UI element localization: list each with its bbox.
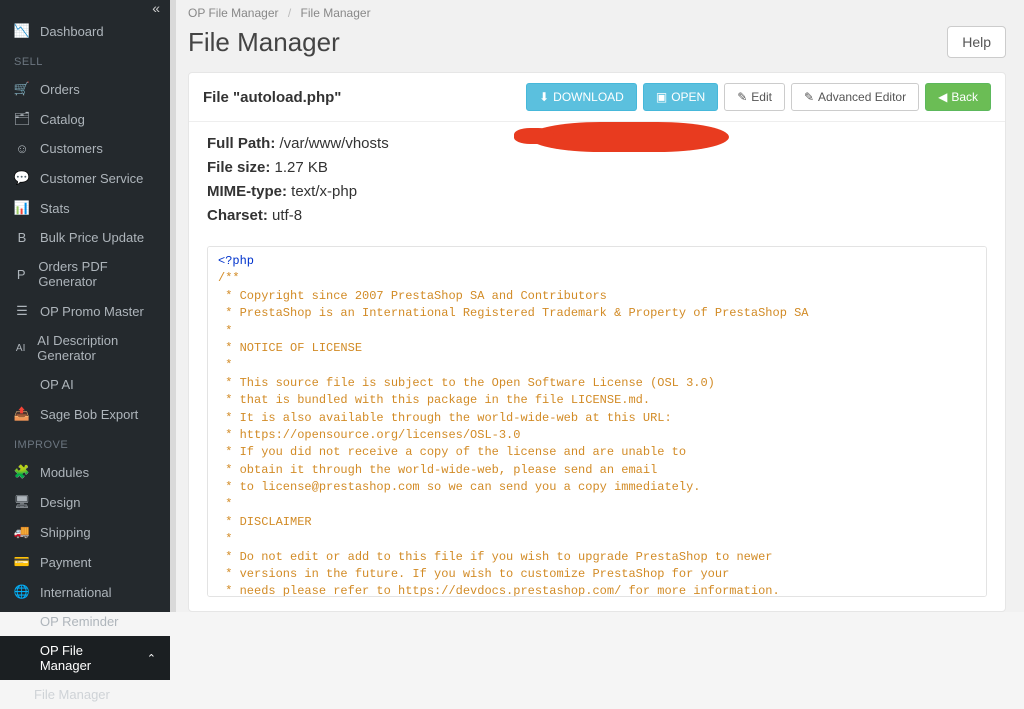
sidebar-item-modules[interactable]: 🧩 Modules [0,457,170,487]
breadcrumb: OP File Manager / File Manager [170,0,1024,26]
code-comment: /** * Copyright since 2007 PrestaShop SA… [218,271,830,597]
sidebar-item-label: Payment [40,555,91,570]
sidebar-item-label: OP AI [40,377,74,392]
chevron-left-icon: « [152,0,160,16]
sidebar-item-shipping[interactable]: 🚚 Shipping [0,517,170,547]
sidebar-item-label: Dashboard [40,24,104,39]
meta-mime-value: text/x-php [291,183,357,200]
edit-icon: ✎ [737,90,747,104]
main-content: OP File Manager / File Manager File Mana… [170,0,1024,612]
sidebar-section-sell: SELL [0,46,170,74]
sidebar-collapse[interactable]: « [0,0,170,16]
edit-button[interactable]: ✎Edit [724,83,785,111]
sidebar-item-promo-master[interactable]: ☰ OP Promo Master [0,296,170,326]
page-title: File Manager [188,27,947,58]
sidebar-item-customer-service[interactable]: 💬 Customer Service [0,163,170,193]
sidebar: « 📉 Dashboard SELL 🛒 Orders 🗂 Catalog ☺ Cus… [0,0,170,612]
meta-filesize-value: 1.27 KB [275,159,328,176]
ai-icon: AI [14,343,27,354]
help-button[interactable]: Help [947,26,1006,58]
sidebar-item-op-file-manager[interactable]: OP File Manager ⌃ [0,636,170,680]
redaction-overlay [529,122,729,152]
sidebar-item-label: Bulk Price Update [40,230,144,245]
breadcrumb-current: File Manager [301,6,371,20]
open-button[interactable]: ▣OPEN [643,83,718,111]
code-open-tag: <?php [218,254,254,268]
advanced-editor-button[interactable]: ✎Advanced Editor [791,83,919,111]
sidebar-item-orders[interactable]: 🛒 Orders [0,74,170,104]
code-viewer[interactable]: <?php /** * Copyright since 2007 PrestaS… [207,246,987,597]
sidebar-item-op-reminder[interactable]: OP Reminder [0,607,170,636]
sidebar-item-label: OP Promo Master [40,304,144,319]
edit-icon: ✎ [804,90,814,104]
sidebar-item-label: Sage Bob Export [40,407,138,422]
meta-charset-value: utf-8 [272,207,302,224]
meta-filesize-label: File size: [207,159,270,176]
user-icon: ☺ [14,141,30,156]
monitor-icon: 🖥 [14,494,30,510]
sidebar-item-label: Shipping [40,525,91,540]
export-icon: 📤 [14,406,30,422]
sidebar-item-label: International [40,585,112,600]
back-button[interactable]: ◀Back [925,83,991,111]
letter-p-icon: P [14,267,28,282]
sidebar-item-pdf-generator[interactable]: P Orders PDF Generator [0,252,170,296]
meta-charset-label: Charset: [207,207,268,224]
sidebar-item-op-ai[interactable]: OP AI [0,370,170,399]
sidebar-scrollbar[interactable] [170,0,176,612]
download-button[interactable]: ⬇DOWNLOAD [526,83,637,111]
back-icon: ◀ [938,90,947,104]
file-title: File "autoload.php" [203,89,520,106]
letter-b-icon: B [14,230,30,245]
sidebar-section-improve: IMPROVE [0,429,170,457]
sidebar-item-catalog[interactable]: 🗂 Catalog [0,104,170,134]
breadcrumb-parent[interactable]: OP File Manager [188,6,279,20]
sidebar-item-label: Customer Service [40,171,143,186]
sidebar-item-label: AI Description Generator [37,333,156,363]
open-icon: ▣ [656,90,667,104]
sidebar-subitem-file-manager[interactable]: File Manager [0,680,170,709]
puzzle-icon: 🧩 [14,464,30,480]
file-panel: File "autoload.php" ⬇DOWNLOAD ▣OPEN ✎Edi… [188,72,1006,612]
catalog-icon: 🗂 [14,111,30,127]
sidebar-item-label: OP File Manager [40,643,137,673]
card-icon: 💳 [14,554,30,570]
sidebar-item-design[interactable]: 🖥 Design [0,487,170,517]
breadcrumb-separator: / [288,6,291,20]
sidebar-item-label: Catalog [40,112,85,127]
sidebar-item-label: Orders [40,82,80,97]
list-icon: ☰ [14,303,30,319]
sidebar-item-stats[interactable]: 📊 Stats [0,193,170,223]
sidebar-item-label: Customers [40,141,103,156]
chat-icon: 💬 [14,170,30,186]
globe-icon: 🌐 [14,584,30,600]
sidebar-item-label: OP Reminder [40,614,119,629]
download-icon: ⬇ [539,90,549,104]
cart-icon: 🛒 [14,81,30,97]
sidebar-item-label: Orders PDF Generator [38,259,156,289]
meta-mime-label: MIME-type: [207,183,287,200]
sidebar-item-international[interactable]: 🌐 International [0,577,170,607]
chevron-up-icon: ⌃ [147,652,156,665]
sidebar-dashboard[interactable]: 📉 Dashboard [0,16,170,46]
sidebar-item-ai-desc[interactable]: AI AI Description Generator [0,326,170,370]
file-panel-header: File "autoload.php" ⬇DOWNLOAD ▣OPEN ✎Edi… [189,73,1005,122]
stats-icon: 📊 [14,200,30,216]
dashboard-icon: 📉 [14,23,30,39]
sidebar-item-sage-export[interactable]: 📤 Sage Bob Export [0,399,170,429]
meta-fullpath-label: Full Path: [207,135,275,152]
sidebar-item-label: Modules [40,465,89,480]
sidebar-item-label: Design [40,495,80,510]
sidebar-item-customers[interactable]: ☺ Customers [0,134,170,163]
truck-icon: 🚚 [14,524,30,540]
sidebar-item-bulk-price[interactable]: B Bulk Price Update [0,223,170,252]
file-meta: Full Path: /var/www/vhosts/autoload.php … [189,122,1005,238]
code-content: <?php /** * Copyright since 2007 PrestaS… [218,253,976,597]
sidebar-item-label: Stats [40,201,70,216]
meta-fullpath-prefix: /var/www/vhosts [280,135,389,152]
sidebar-item-payment[interactable]: 💳 Payment [0,547,170,577]
